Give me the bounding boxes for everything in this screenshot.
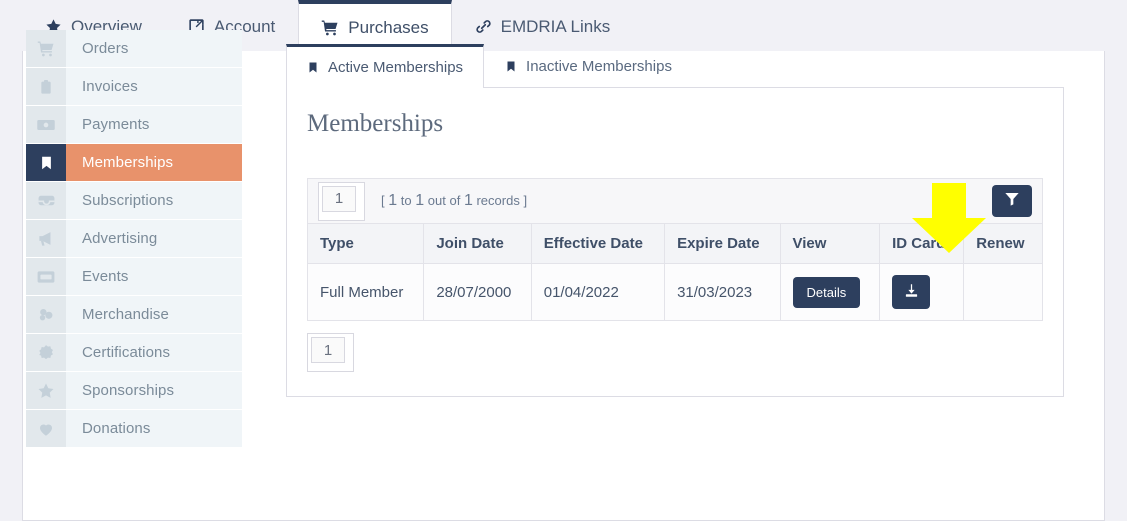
download-id-card-button[interactable] [892,275,931,309]
records-total: 1 [463,192,473,209]
column-header-view[interactable]: View [779,224,881,264]
records-outof-label: out of [427,193,461,208]
sidebar-item-label: Invoices [82,78,138,95]
sidebar-item-orders[interactable]: Orders [26,30,242,68]
pagination-top: 1 [ 1 to 1 out of 1 records ] [318,181,527,221]
record-count-label: [ 1 to 1 out of 1 records ] [381,192,527,210]
page-title: Memberships [307,110,444,137]
records-to-label: to [400,193,412,208]
page-number-box-bottom[interactable]: 1 [307,333,354,372]
memberships-content: Active Memberships Inactive Memberships … [286,44,1064,397]
sidebar-item-payments[interactable]: Payments [26,106,242,144]
cell-join-date: 28/07/2000 [423,263,532,321]
memberships-table: Type Join Date Effective Date Expire Dat… [306,224,1043,321]
pagination-bottom: 1 [307,321,1043,372]
records-bracket-close: ] [523,193,528,208]
sidebar-item-sponsorships[interactable]: Sponsorships [26,372,242,410]
cart-icon [321,19,339,37]
cart-icon [26,30,66,67]
certificate-icon [26,334,66,371]
cell-effective-date: 01/04/2022 [530,263,666,321]
ticket-icon [26,258,66,295]
records-bracket-open: [ [381,193,385,208]
clipboard-icon [26,68,66,105]
column-header-type[interactable]: Type [306,224,425,264]
purchases-sidebar: Orders Invoices Payments Memberships Sub… [26,30,242,448]
cell-type: Full Member [306,263,425,321]
table-header-row: Type Join Date Effective Date Expire Dat… [306,224,1043,264]
page-number-value-bottom[interactable]: 1 [311,337,345,363]
sidebar-item-events[interactable]: Events [26,258,242,296]
column-header-renew[interactable]: Renew [963,224,1043,264]
tab-emdria-links-label: EMDRIA Links [500,16,611,36]
sidebar-item-label: Subscriptions [82,192,174,209]
filter-icon [1004,191,1020,212]
heart-icon [26,410,66,447]
memberships-panel: Memberships 1 [ 1 to 1 out of 1 records … [286,88,1064,397]
table-toolbar-top: 1 [ 1 to 1 out of 1 records ] [307,178,1043,224]
records-word: records [476,193,520,208]
sidebar-item-label: Orders [82,40,129,57]
sidebar-item-merchandise[interactable]: Merchandise [26,296,242,334]
column-header-join-date[interactable]: Join Date [423,224,532,264]
bookmark-icon [307,60,319,75]
sidebar-item-memberships[interactable]: Memberships [26,144,242,182]
bookmark-icon [26,144,66,181]
star-icon [26,372,66,409]
sidebar-item-label: Sponsorships [82,382,175,399]
column-header-expire-date[interactable]: Expire Date [664,224,781,264]
page-number-value[interactable]: 1 [322,185,356,212]
column-header-id-card[interactable]: ID Card [879,224,965,264]
boxes-icon [26,296,66,333]
cell-renew [963,263,1043,321]
page-number-box[interactable]: 1 [318,181,365,221]
sidebar-item-advertising[interactable]: Advertising [26,220,242,258]
sidebar-item-certifications[interactable]: Certifications [26,334,242,372]
tab-inactive-memberships[interactable]: Inactive Memberships [484,44,693,88]
details-button[interactable]: Details [792,276,861,308]
tab-inactive-memberships-label: Inactive Memberships [526,58,672,75]
cell-id-card [879,263,965,321]
records-to: 1 [415,192,425,209]
sidebar-item-label: Merchandise [82,306,169,323]
inbox-icon [26,182,66,219]
download-icon [904,283,919,302]
tab-active-memberships[interactable]: Active Memberships [286,44,485,88]
sidebar-item-label: Memberships [82,154,174,171]
cell-view: Details [779,263,881,321]
column-header-effective-date[interactable]: Effective Date [530,224,666,264]
sidebar-item-invoices[interactable]: Invoices [26,68,242,106]
banknote-icon [26,106,66,143]
sidebar-item-subscriptions[interactable]: Subscriptions [26,182,242,220]
bookmark-icon [505,59,517,74]
sidebar-item-donations[interactable]: Donations [26,410,242,448]
sidebar-item-label: Advertising [82,230,158,247]
sidebar-item-label: Payments [82,116,150,133]
tab-purchases-label: Purchases [348,18,429,37]
tab-active-memberships-label: Active Memberships [328,59,464,76]
link-icon [475,18,492,35]
cell-expire-date: 31/03/2023 [664,263,781,321]
megaphone-icon [26,220,66,257]
filter-button[interactable] [992,185,1032,217]
membership-tab-bar: Active Memberships Inactive Memberships [286,44,1064,88]
sidebar-item-label: Certifications [82,344,171,361]
sidebar-item-label: Events [82,268,129,285]
sidebar-item-label: Donations [82,420,151,437]
records-from: 1 [388,192,398,209]
table-row: Full Member 28/07/2000 01/04/2022 31/03/… [306,263,1043,321]
